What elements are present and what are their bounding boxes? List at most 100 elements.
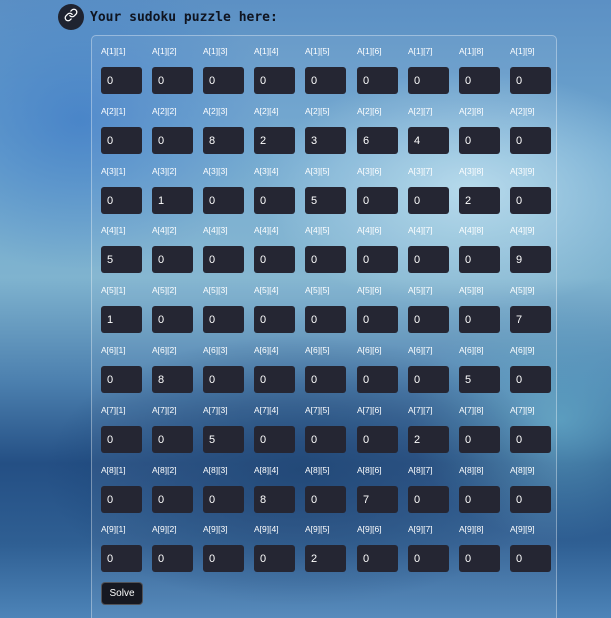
cell-input[interactable] bbox=[203, 246, 244, 273]
cell-input[interactable] bbox=[357, 545, 398, 572]
cell-input[interactable] bbox=[357, 306, 398, 333]
cell-input[interactable] bbox=[510, 486, 551, 513]
cell-input[interactable] bbox=[101, 486, 142, 513]
cell-input[interactable] bbox=[510, 426, 551, 453]
cell-input[interactable] bbox=[152, 426, 193, 453]
cell-input[interactable] bbox=[152, 486, 193, 513]
cell-input[interactable] bbox=[305, 545, 346, 572]
cell-input[interactable] bbox=[203, 67, 244, 94]
cell-input[interactable] bbox=[408, 306, 449, 333]
cell-input[interactable] bbox=[305, 67, 346, 94]
cell-input[interactable] bbox=[357, 187, 398, 214]
cell-input[interactable] bbox=[459, 426, 500, 453]
cell-input[interactable] bbox=[305, 426, 346, 453]
cell-input[interactable] bbox=[357, 366, 398, 393]
cell-input[interactable] bbox=[408, 545, 449, 572]
cell-input[interactable] bbox=[254, 426, 295, 453]
cell-input[interactable] bbox=[101, 545, 142, 572]
cell-input[interactable] bbox=[510, 187, 551, 214]
grid-cell: A[1][8] bbox=[459, 44, 501, 94]
cell-input[interactable] bbox=[101, 246, 142, 273]
cell-input[interactable] bbox=[101, 187, 142, 214]
cell-input[interactable] bbox=[408, 426, 449, 453]
cell-input[interactable] bbox=[305, 366, 346, 393]
grid-cell: A[4][4] bbox=[254, 223, 296, 273]
grid-cell: A[2][8] bbox=[459, 104, 501, 154]
cell-input[interactable] bbox=[254, 545, 295, 572]
cell-input[interactable] bbox=[254, 486, 295, 513]
cell-input[interactable] bbox=[510, 127, 551, 154]
cell-input[interactable] bbox=[408, 127, 449, 154]
cell-input[interactable] bbox=[459, 306, 500, 333]
cell-input[interactable] bbox=[459, 486, 500, 513]
cell-input[interactable] bbox=[203, 187, 244, 214]
cell-input[interactable] bbox=[459, 366, 500, 393]
cell-input[interactable] bbox=[203, 127, 244, 154]
sudoku-form: A[1][1] A[1][2] A[1][3] A[1][4] A[1][5] A[1][… bbox=[91, 35, 557, 618]
cell-input[interactable] bbox=[203, 306, 244, 333]
cell-input[interactable] bbox=[459, 545, 500, 572]
cell-input[interactable] bbox=[101, 426, 142, 453]
grid-cell: A[9][9] bbox=[510, 522, 552, 572]
cell-input[interactable] bbox=[459, 127, 500, 154]
cell-input[interactable] bbox=[510, 67, 551, 94]
cell-input[interactable] bbox=[510, 545, 551, 572]
cell-input[interactable] bbox=[408, 67, 449, 94]
cell-input[interactable] bbox=[152, 127, 193, 154]
page-header: Your sudoku puzzle here: bbox=[58, 3, 278, 31]
cell-input[interactable] bbox=[254, 187, 295, 214]
cell-input[interactable] bbox=[254, 306, 295, 333]
grid-cell: A[8][2] bbox=[152, 463, 194, 513]
cell-input[interactable] bbox=[254, 127, 295, 154]
cell-input[interactable] bbox=[254, 246, 295, 273]
grid-row: A[5][1] A[5][2] A[5][3] A[5][4] A[5][5] A[5][… bbox=[101, 283, 561, 338]
cell-input[interactable] bbox=[254, 366, 295, 393]
cell-input[interactable] bbox=[459, 187, 500, 214]
grid-cell: A[1][6] bbox=[357, 44, 399, 94]
cell-input[interactable] bbox=[408, 187, 449, 214]
solve-button[interactable]: Solve bbox=[101, 582, 143, 605]
cell-input[interactable] bbox=[305, 486, 346, 513]
cell-input[interactable] bbox=[510, 246, 551, 273]
cell-input[interactable] bbox=[203, 366, 244, 393]
cell-input[interactable] bbox=[459, 246, 500, 273]
cell-input[interactable] bbox=[357, 127, 398, 154]
cell-input[interactable] bbox=[101, 366, 142, 393]
cell-input[interactable] bbox=[357, 426, 398, 453]
grid-row: A[1][1] A[1][2] A[1][3] A[1][4] A[1][5] A[1][… bbox=[101, 44, 561, 99]
cell-label: A[7][7] bbox=[408, 405, 433, 415]
cell-label: A[6][7] bbox=[408, 345, 433, 355]
cell-input[interactable] bbox=[510, 306, 551, 333]
cell-input[interactable] bbox=[152, 545, 193, 572]
cell-input[interactable] bbox=[305, 187, 346, 214]
link-button[interactable] bbox=[58, 4, 84, 30]
cell-input[interactable] bbox=[408, 366, 449, 393]
cell-input[interactable] bbox=[357, 486, 398, 513]
cell-label: A[7][4] bbox=[254, 405, 279, 415]
cell-input[interactable] bbox=[152, 306, 193, 333]
cell-input[interactable] bbox=[101, 127, 142, 154]
cell-input[interactable] bbox=[254, 67, 295, 94]
cell-input[interactable] bbox=[305, 246, 346, 273]
cell-label: A[3][2] bbox=[152, 166, 177, 176]
cell-input[interactable] bbox=[152, 187, 193, 214]
cell-input[interactable] bbox=[101, 67, 142, 94]
cell-input[interactable] bbox=[408, 486, 449, 513]
cell-input[interactable] bbox=[152, 67, 193, 94]
cell-input[interactable] bbox=[510, 366, 551, 393]
cell-input[interactable] bbox=[459, 67, 500, 94]
cell-input[interactable] bbox=[305, 127, 346, 154]
cell-input[interactable] bbox=[152, 246, 193, 273]
cell-label: A[2][1] bbox=[101, 106, 126, 116]
cell-input[interactable] bbox=[203, 486, 244, 513]
cell-label: A[5][6] bbox=[357, 285, 382, 295]
cell-input[interactable] bbox=[408, 246, 449, 273]
cell-input[interactable] bbox=[305, 306, 346, 333]
cell-input[interactable] bbox=[357, 246, 398, 273]
cell-input[interactable] bbox=[203, 426, 244, 453]
grid-cell: A[9][7] bbox=[408, 522, 450, 572]
cell-input[interactable] bbox=[101, 306, 142, 333]
cell-input[interactable] bbox=[152, 366, 193, 393]
cell-input[interactable] bbox=[203, 545, 244, 572]
cell-input[interactable] bbox=[357, 67, 398, 94]
